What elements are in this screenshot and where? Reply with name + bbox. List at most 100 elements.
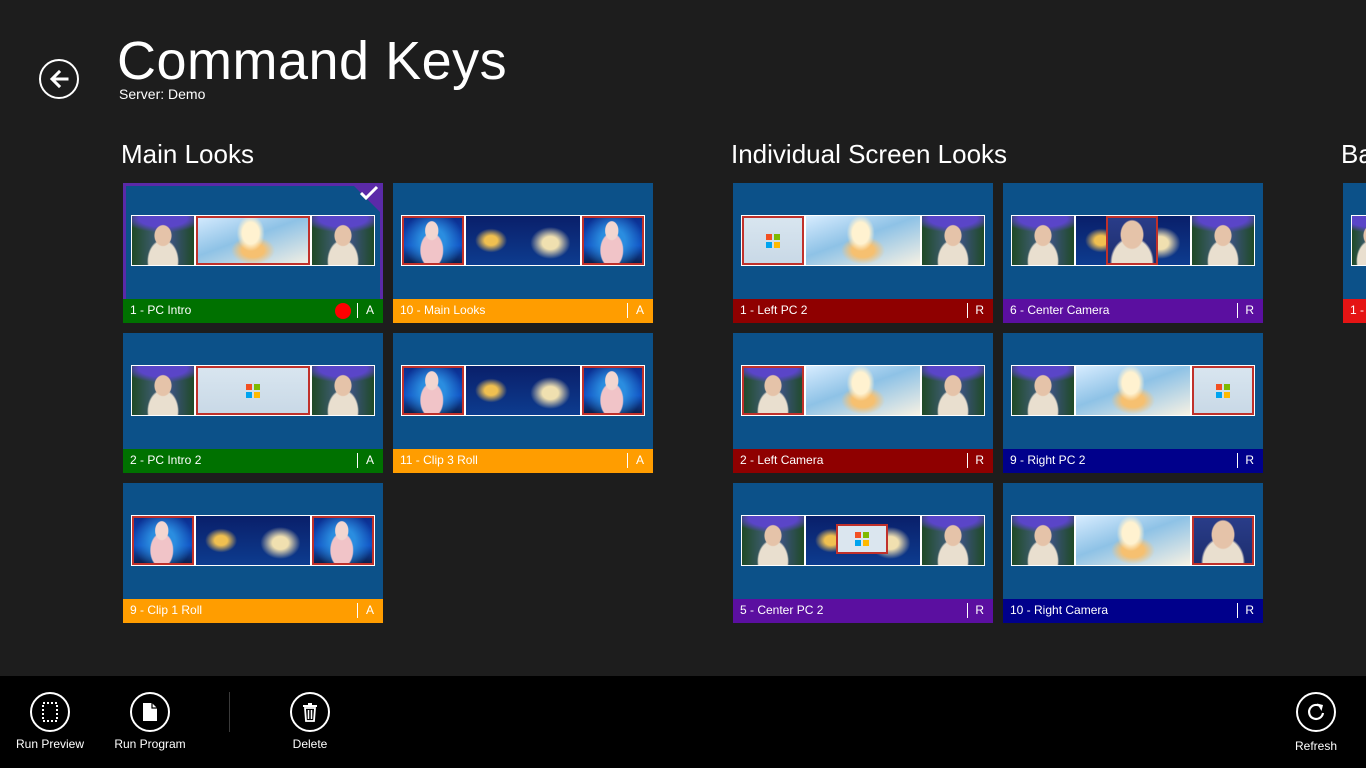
- delete-circle: [290, 692, 330, 732]
- command-tile-partial[interactable]: 1 -: [1343, 183, 1366, 323]
- tile-code: A: [635, 453, 644, 467]
- screen-previews: [1011, 365, 1255, 416]
- back-button[interactable]: [39, 59, 79, 99]
- screen-previews: [401, 365, 645, 416]
- screen-preview-left: [131, 365, 195, 416]
- screen-preview-left: [131, 215, 195, 266]
- page-icon: [143, 703, 157, 721]
- divider: [357, 453, 358, 468]
- tile-footer: 1 - Left PC 2 R: [733, 299, 993, 323]
- tile-footer: 10 - Right Camera R: [1003, 599, 1263, 623]
- tile-label: 1 - Left PC 2: [740, 303, 808, 317]
- screen-preview-center: [195, 365, 311, 416]
- refresh-icon: [1307, 703, 1325, 720]
- refresh-circle: [1296, 692, 1336, 732]
- screen-preview-right: [1191, 515, 1255, 566]
- command-tile-right-pc-2[interactable]: 9 - Right PC 2 R: [1003, 333, 1263, 473]
- refresh-button[interactable]: Refresh: [1276, 692, 1356, 753]
- divider: [967, 453, 968, 468]
- app-bar: Run Preview Run Program Delete Refresh: [0, 676, 1366, 768]
- run-program-label: Run Program: [114, 737, 186, 751]
- command-tile-clip-1-roll[interactable]: 9 - Clip 1 Roll A: [123, 483, 383, 623]
- tile-code: R: [975, 603, 984, 617]
- tile-label: 11 - Clip 3 Roll: [400, 453, 478, 467]
- tile-code: R: [1245, 453, 1254, 467]
- dotted-page-icon: [42, 702, 58, 722]
- divider: [967, 303, 968, 318]
- tile-label: 2 - PC Intro 2: [130, 453, 202, 467]
- screen-preview-center: [465, 215, 581, 266]
- screen-preview-center: [465, 365, 581, 416]
- command-tile-clip-3-roll[interactable]: 11 - Clip 3 Roll A: [393, 333, 653, 473]
- tile-footer: 1 -: [1343, 299, 1366, 323]
- command-tile-main-looks[interactable]: 10 - Main Looks A: [393, 183, 653, 323]
- screen-preview-center: [805, 215, 921, 266]
- screen-preview-right: [311, 215, 375, 266]
- screen-preview-left: [741, 365, 805, 416]
- tile-footer: 1 - PC Intro A: [123, 299, 383, 323]
- tile-footer: 9 - Right PC 2 R: [1003, 449, 1263, 473]
- group-header-main-looks[interactable]: Main Looks: [121, 139, 254, 169]
- tile-label: 9 - Right PC 2: [1010, 453, 1086, 467]
- delete-button[interactable]: Delete: [270, 692, 350, 751]
- screen-preview-center: [805, 365, 921, 416]
- screen-preview-left: [401, 215, 465, 266]
- screen-previews: [131, 215, 375, 266]
- divider: [357, 603, 358, 618]
- screen-previews: [1011, 515, 1255, 566]
- screen-preview-center: [195, 515, 311, 566]
- run-program-button[interactable]: Run Program: [110, 692, 190, 751]
- screen-preview-center: [805, 515, 921, 566]
- app-bar-divider: [229, 692, 230, 732]
- tile-label: 9 - Clip 1 Roll: [130, 603, 203, 617]
- tile-footer: 6 - Center Camera R: [1003, 299, 1263, 323]
- tile-label: 1 - PC Intro: [130, 303, 192, 317]
- group-header-individual-screen-looks[interactable]: Individual Screen Looks: [731, 139, 1007, 169]
- command-tile-center-pc-2[interactable]: 5 - Center PC 2 R: [733, 483, 993, 623]
- tile-footer: 2 - PC Intro 2 A: [123, 449, 383, 473]
- run-preview-button[interactable]: Run Preview: [10, 692, 90, 751]
- tile-code: A: [365, 303, 374, 317]
- refresh-label: Refresh: [1294, 739, 1338, 753]
- screen-preview-right: [921, 515, 985, 566]
- tile-footer: 9 - Clip 1 Roll A: [123, 599, 383, 623]
- tile-label: 1 -: [1350, 303, 1365, 317]
- screen-previews: [131, 515, 375, 566]
- page-title: Command Keys: [117, 31, 508, 91]
- tile-footer: 10 - Main Looks A: [393, 299, 653, 323]
- delete-label: Delete: [292, 737, 328, 751]
- screen-preview-left: [131, 515, 195, 566]
- screen-preview-right: [581, 365, 645, 416]
- screen-preview-right: [1191, 365, 1255, 416]
- command-tile-center-camera[interactable]: 6 - Center Camera R: [1003, 183, 1263, 323]
- group-header-partial[interactable]: Ba: [1341, 139, 1366, 169]
- run-program-circle: [130, 692, 170, 732]
- divider: [1237, 303, 1238, 318]
- screen-previews: [131, 365, 375, 416]
- divider: [967, 603, 968, 618]
- screen-preview-center: [1075, 515, 1191, 566]
- windows-logo-icon: [766, 233, 780, 248]
- tile-code: A: [365, 603, 374, 617]
- tile-footer: 11 - Clip 3 Roll A: [393, 449, 653, 473]
- command-tile-left-pc-2[interactable]: 1 - Left PC 2 R: [733, 183, 993, 323]
- tile-code: R: [1245, 303, 1254, 317]
- screen-preview-left: [1351, 215, 1366, 266]
- pc-window-preview: [836, 524, 888, 554]
- divider: [357, 303, 358, 318]
- screen-previews: [741, 515, 985, 566]
- command-tile-pc-intro-2[interactable]: 2 - PC Intro 2 A: [123, 333, 383, 473]
- screen-preview-left: [741, 515, 805, 566]
- command-tile-pc-intro[interactable]: 1 - PC Intro A: [123, 183, 383, 323]
- tile-code: A: [365, 453, 374, 467]
- screen-preview-right: [1191, 215, 1255, 266]
- tile-label: 10 - Right Camera: [1010, 603, 1109, 617]
- screen-preview-right: [311, 515, 375, 566]
- windows-logo-icon: [246, 383, 260, 398]
- command-tile-right-camera[interactable]: 10 - Right Camera R: [1003, 483, 1263, 623]
- divider: [627, 303, 628, 318]
- command-tile-left-camera[interactable]: 2 - Left Camera R: [733, 333, 993, 473]
- tile-label: 2 - Left Camera: [740, 453, 824, 467]
- screen-previews: [741, 365, 985, 416]
- tile-label: 6 - Center Camera: [1010, 303, 1110, 317]
